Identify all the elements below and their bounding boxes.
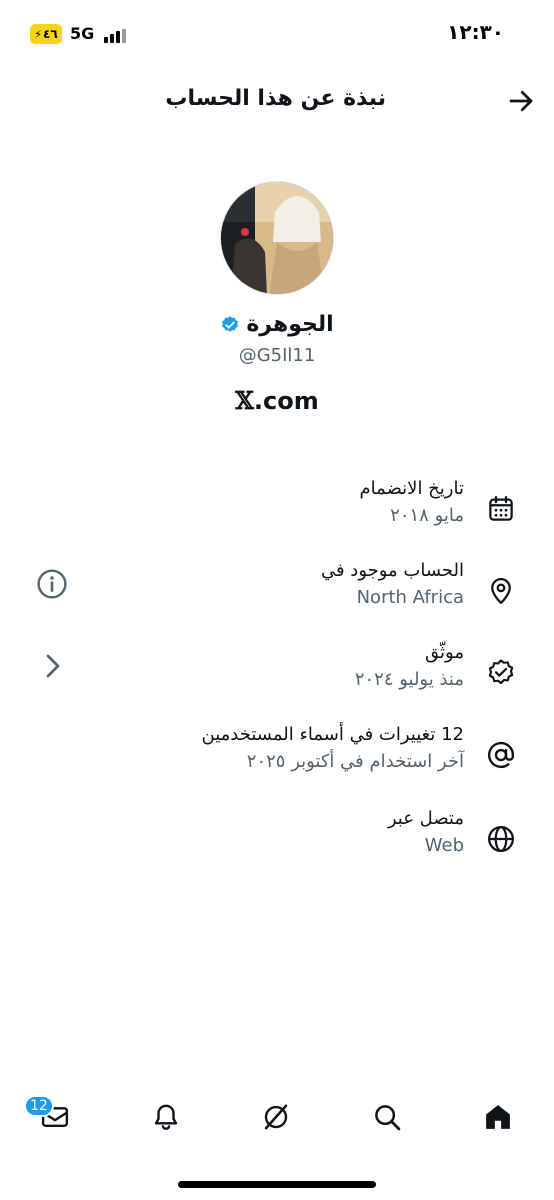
row-value: North Africa bbox=[356, 587, 464, 608]
status-time: ١٢:٣٠ bbox=[447, 20, 504, 44]
signal-strength-icon bbox=[104, 29, 126, 43]
calendar-icon bbox=[489, 496, 513, 521]
row-title: الحساب موجود في bbox=[320, 560, 464, 581]
info-row-join-date: تاريخ الانضمام مايو ٢٠١٨ bbox=[0, 476, 554, 546]
profile-name-row: الجوهرة bbox=[0, 312, 554, 337]
globe-icon bbox=[488, 826, 514, 852]
bell-icon[interactable] bbox=[151, 1102, 181, 1132]
row-title: تاريخ الانضمام bbox=[359, 478, 464, 499]
row-title: متصل عبر bbox=[387, 808, 464, 829]
info-icon[interactable] bbox=[36, 568, 68, 600]
bottom-nav: 12 bbox=[0, 1090, 554, 1146]
row-value: مايو ٢٠١٨ bbox=[390, 505, 464, 526]
search-icon[interactable] bbox=[372, 1102, 402, 1132]
at-sign-icon bbox=[488, 741, 515, 769]
messages-badge: 12 bbox=[24, 1095, 54, 1117]
header: نبذة عن هذا الحساب bbox=[0, 78, 554, 122]
home-indicator bbox=[178, 1181, 376, 1188]
row-value: آخر استخدام في أكتوبر ٢٠٢٥ bbox=[246, 751, 464, 772]
battery-level: ٤٦ bbox=[43, 27, 58, 41]
avatar-image bbox=[221, 182, 333, 294]
charging-bolt-icon: ⚡ bbox=[34, 27, 43, 41]
page-title: نبذة عن هذا الحساب bbox=[165, 86, 386, 111]
info-row-username-changes: 12 تغييرات في أسماء المستخدمين آخر استخد… bbox=[0, 722, 554, 792]
row-title: موثّق bbox=[425, 642, 464, 663]
back-arrow-icon[interactable] bbox=[506, 86, 536, 116]
row-title: 12 تغييرات في أسماء المستخدمين bbox=[201, 724, 465, 745]
info-row-location: الحساب موجود في North Africa bbox=[0, 558, 554, 628]
info-row-connected-via: متصل عبر Web bbox=[0, 806, 554, 876]
profile-name: الجوهرة bbox=[246, 312, 334, 337]
profile-handle: @G5Il11 bbox=[238, 345, 316, 366]
battery-indicator: ⚡ ٤٦ bbox=[30, 24, 62, 44]
status-bar: ⚡ ٤٦ 5G ١٢:٣٠ bbox=[0, 0, 554, 70]
grok-icon[interactable] bbox=[261, 1102, 291, 1132]
location-pin-icon bbox=[491, 578, 511, 604]
verified-badge-icon bbox=[222, 315, 239, 332]
profile-site-text: .com bbox=[253, 387, 319, 415]
info-row-verified[interactable]: موثّق منذ يوليو ٢٠٢٤ bbox=[0, 640, 554, 710]
row-value: Web bbox=[424, 835, 464, 856]
verified-badge-outline-icon bbox=[488, 659, 514, 685]
row-value: منذ يوليو ٢٠٢٤ bbox=[354, 669, 464, 690]
avatar[interactable] bbox=[220, 181, 334, 295]
home-icon[interactable] bbox=[483, 1102, 513, 1132]
chevron-right-icon[interactable] bbox=[36, 650, 68, 682]
x-logo-icon: 𝕏 bbox=[235, 386, 254, 415]
profile-site: 𝕏.com bbox=[0, 386, 554, 415]
network-type: 5G bbox=[70, 24, 95, 43]
